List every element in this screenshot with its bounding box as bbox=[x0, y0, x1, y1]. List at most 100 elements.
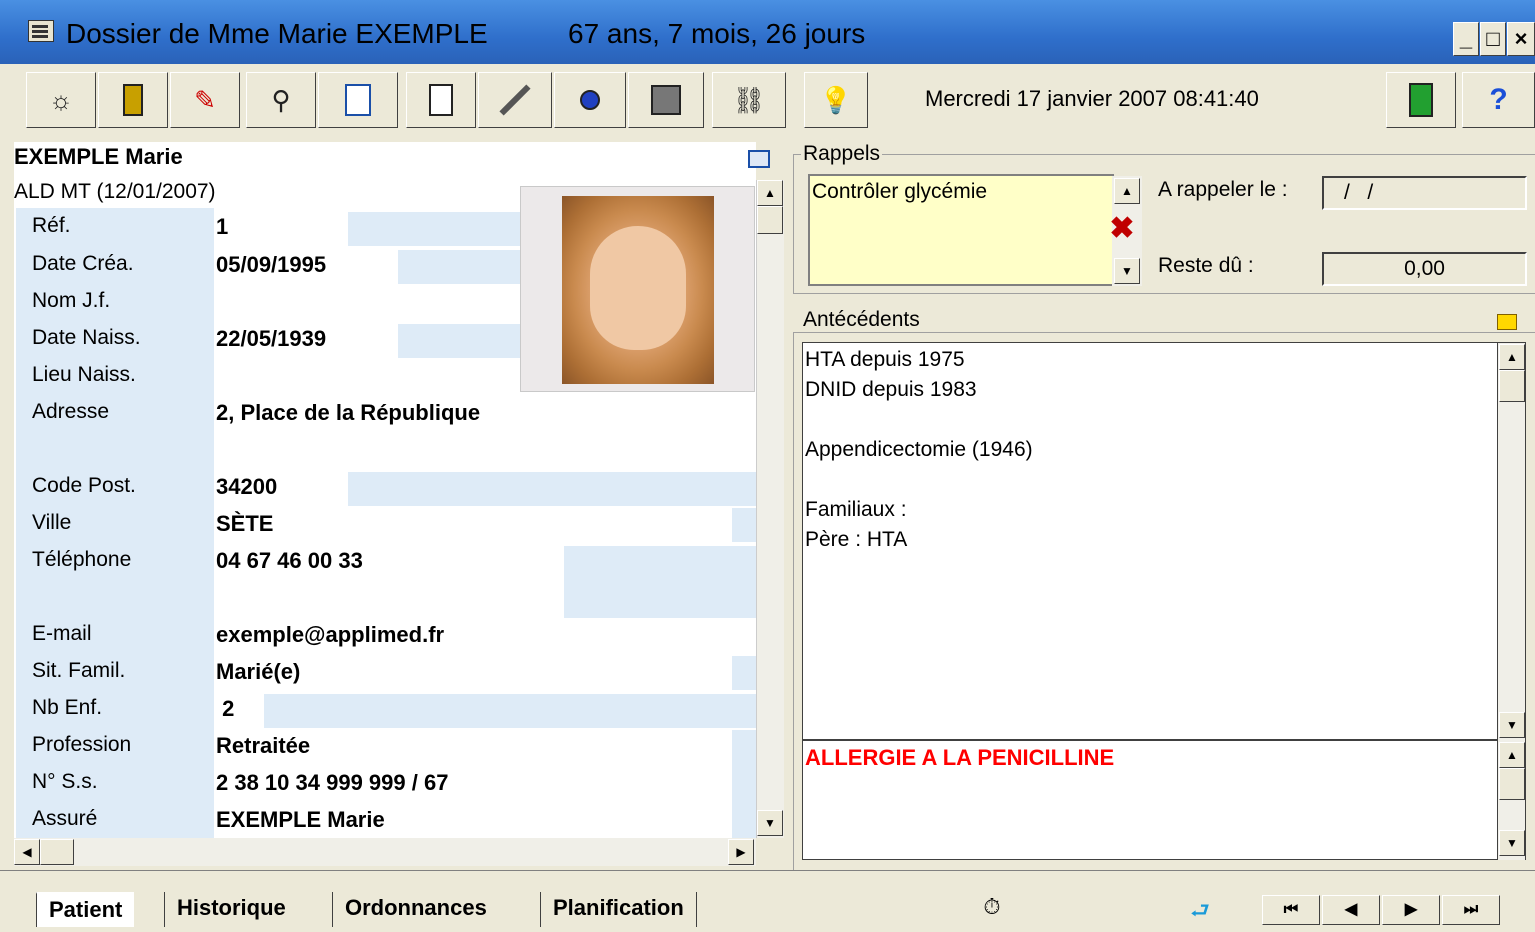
return-button[interactable]: ⮐ bbox=[1178, 894, 1222, 924]
antecedents-scroll-down[interactable]: ▼ bbox=[1499, 712, 1525, 738]
label-num-ss: N° S.s. bbox=[32, 770, 98, 793]
reste-du-label: Reste dû : bbox=[1158, 254, 1254, 277]
label-nb-enf: Nb Enf. bbox=[32, 696, 103, 719]
patient-vertical-scrollbar[interactable] bbox=[756, 180, 784, 838]
next-record-button[interactable]: ▶ bbox=[1382, 895, 1440, 925]
pen-button[interactable]: ✎ bbox=[170, 72, 240, 128]
value-date-crea[interactable]: 05/09/1995 bbox=[216, 252, 326, 278]
minimize-button[interactable]: _ bbox=[1453, 22, 1479, 56]
row-shade bbox=[264, 694, 756, 728]
sun-icon: ☼ bbox=[49, 84, 73, 115]
label-ref: Réf. bbox=[32, 214, 71, 237]
label-telephone: Téléphone bbox=[32, 548, 132, 571]
value-date-naiss[interactable]: 22/05/1939 bbox=[216, 326, 326, 352]
allergy-scroll-down[interactable]: ▼ bbox=[1499, 830, 1525, 856]
value-assure[interactable]: EXEMPLE Marie bbox=[216, 807, 385, 833]
antecedents-scroll-thumb[interactable] bbox=[1499, 370, 1525, 402]
label-nom-jf: Nom J.f. bbox=[32, 289, 111, 312]
value-code-post[interactable]: 34200 bbox=[216, 474, 277, 500]
tab-historique[interactable]: Historique bbox=[164, 892, 298, 927]
documents-button[interactable] bbox=[318, 72, 398, 128]
first-icon: ⏮ bbox=[1283, 901, 1299, 918]
value-adresse[interactable]: 2, Place de la République bbox=[216, 400, 480, 426]
search-button[interactable]: ⚲ bbox=[246, 72, 316, 128]
row-shade bbox=[348, 472, 756, 506]
label-sit-famil: Sit. Famil. bbox=[32, 659, 126, 682]
scroll-down-button[interactable]: ▼ bbox=[757, 810, 783, 836]
antecedents-textarea[interactable]: HTA depuis 1975 DNID depuis 1983 Appendi… bbox=[802, 342, 1498, 740]
lightbulb-icon: 💡 bbox=[819, 84, 853, 115]
value-email[interactable]: exemple@applimed.fr bbox=[216, 622, 444, 648]
value-num-ss[interactable]: 2 38 10 34 999 999 / 67 bbox=[216, 770, 448, 796]
documents-icon bbox=[345, 84, 371, 116]
allergy-textarea[interactable]: ALLERGIE A LA PENICILLINE bbox=[802, 740, 1498, 860]
close-button[interactable]: × bbox=[1507, 22, 1535, 56]
row-shade bbox=[732, 508, 756, 542]
patient-name-header: EXEMPLE Marie bbox=[14, 144, 183, 169]
last-icon: ⏭ bbox=[1463, 901, 1479, 918]
label-date-crea: Date Créa. bbox=[32, 252, 134, 275]
tab-planification[interactable]: Planification bbox=[540, 892, 697, 927]
value-telephone[interactable]: 04 67 46 00 33 bbox=[216, 548, 363, 574]
label-assure: Assuré bbox=[32, 807, 98, 830]
value-nb-enf[interactable]: 2 bbox=[216, 696, 234, 722]
last-record-button[interactable]: ⏭ bbox=[1442, 895, 1500, 925]
scroll-thumb[interactable] bbox=[757, 206, 783, 234]
stopwatch-icon: ⏱ bbox=[983, 894, 1001, 919]
previous-record-button[interactable]: ◀ bbox=[1322, 895, 1380, 925]
patient-age: 67 ans, 7 mois, 26 jours bbox=[568, 18, 866, 49]
lab-button[interactable] bbox=[554, 72, 626, 128]
network-icon: ⛓ bbox=[732, 84, 766, 115]
exit-button[interactable] bbox=[1386, 72, 1456, 128]
safe-icon bbox=[651, 85, 681, 115]
card-icon[interactable] bbox=[748, 150, 770, 168]
app-icon bbox=[28, 20, 54, 42]
row-shade bbox=[398, 250, 520, 284]
scroll-up-button[interactable]: ▲ bbox=[757, 180, 783, 206]
network-button[interactable]: ⛓ bbox=[712, 72, 786, 128]
current-datetime: Mercredi 17 janvier 2007 08:41:40 bbox=[925, 86, 1259, 111]
magnifier-icon: ⚲ bbox=[271, 84, 291, 115]
row-shade bbox=[732, 730, 756, 838]
scroll-right-button[interactable]: ▶ bbox=[728, 839, 754, 865]
value-profession[interactable]: Retraitée bbox=[216, 733, 310, 759]
lightbulb-button[interactable]: 💡 bbox=[804, 72, 868, 128]
value-ref[interactable]: 1 bbox=[216, 214, 228, 240]
antecedents-scroll-up[interactable]: ▲ bbox=[1499, 344, 1525, 370]
folder-icon[interactable] bbox=[1497, 314, 1517, 330]
pen-icon: ✎ bbox=[194, 84, 216, 115]
scroll-left-button[interactable]: ◀ bbox=[14, 839, 40, 865]
value-sit-famil[interactable]: Marié(e) bbox=[216, 659, 300, 685]
patient-horizontal-scrollbar[interactable] bbox=[14, 838, 756, 866]
row-shade bbox=[398, 324, 520, 358]
allergy-scroll-up[interactable]: ▲ bbox=[1499, 742, 1525, 768]
safe-button[interactable] bbox=[628, 72, 704, 128]
value-ville[interactable]: SÈTE bbox=[216, 511, 273, 537]
label-adresse: Adresse bbox=[32, 400, 110, 423]
label-email: E-mail bbox=[32, 622, 92, 645]
allergy-scroll-thumb[interactable] bbox=[1499, 768, 1525, 800]
maximize-button[interactable]: □ bbox=[1480, 22, 1506, 56]
patient-file-button[interactable] bbox=[98, 72, 168, 128]
delete-rappel-button[interactable]: ✖ bbox=[1105, 212, 1139, 246]
first-record-button[interactable]: ⏮ bbox=[1262, 895, 1320, 925]
tab-ordonnances[interactable]: Ordonnances bbox=[332, 892, 499, 927]
help-button[interactable]: ? bbox=[1462, 72, 1535, 128]
previous-icon: ◀ bbox=[1344, 901, 1358, 918]
stopwatch-button[interactable]: ⏱ bbox=[972, 894, 1012, 924]
sun-button[interactable]: ☼ bbox=[26, 72, 96, 128]
rappel-textarea[interactable]: Contrôler glycémie bbox=[808, 174, 1114, 286]
patient-photo-face bbox=[590, 226, 686, 350]
antecedent-line: Familiaux : bbox=[805, 498, 907, 521]
rappel-scroll-down[interactable]: ▼ bbox=[1114, 258, 1140, 284]
rappel-scroll-up[interactable]: ▲ bbox=[1114, 178, 1140, 204]
help-icon: ? bbox=[1489, 83, 1508, 116]
syringe-button[interactable] bbox=[478, 72, 552, 128]
hscroll-thumb[interactable] bbox=[40, 839, 74, 865]
reste-du-field[interactable]: 0,00 bbox=[1322, 252, 1527, 286]
tab-patient[interactable]: Patient bbox=[36, 892, 135, 927]
page-icon bbox=[429, 84, 453, 116]
page-button[interactable] bbox=[406, 72, 476, 128]
a-rappeler-date-field[interactable]: / / bbox=[1322, 176, 1527, 210]
antecedent-line bbox=[805, 405, 1495, 435]
